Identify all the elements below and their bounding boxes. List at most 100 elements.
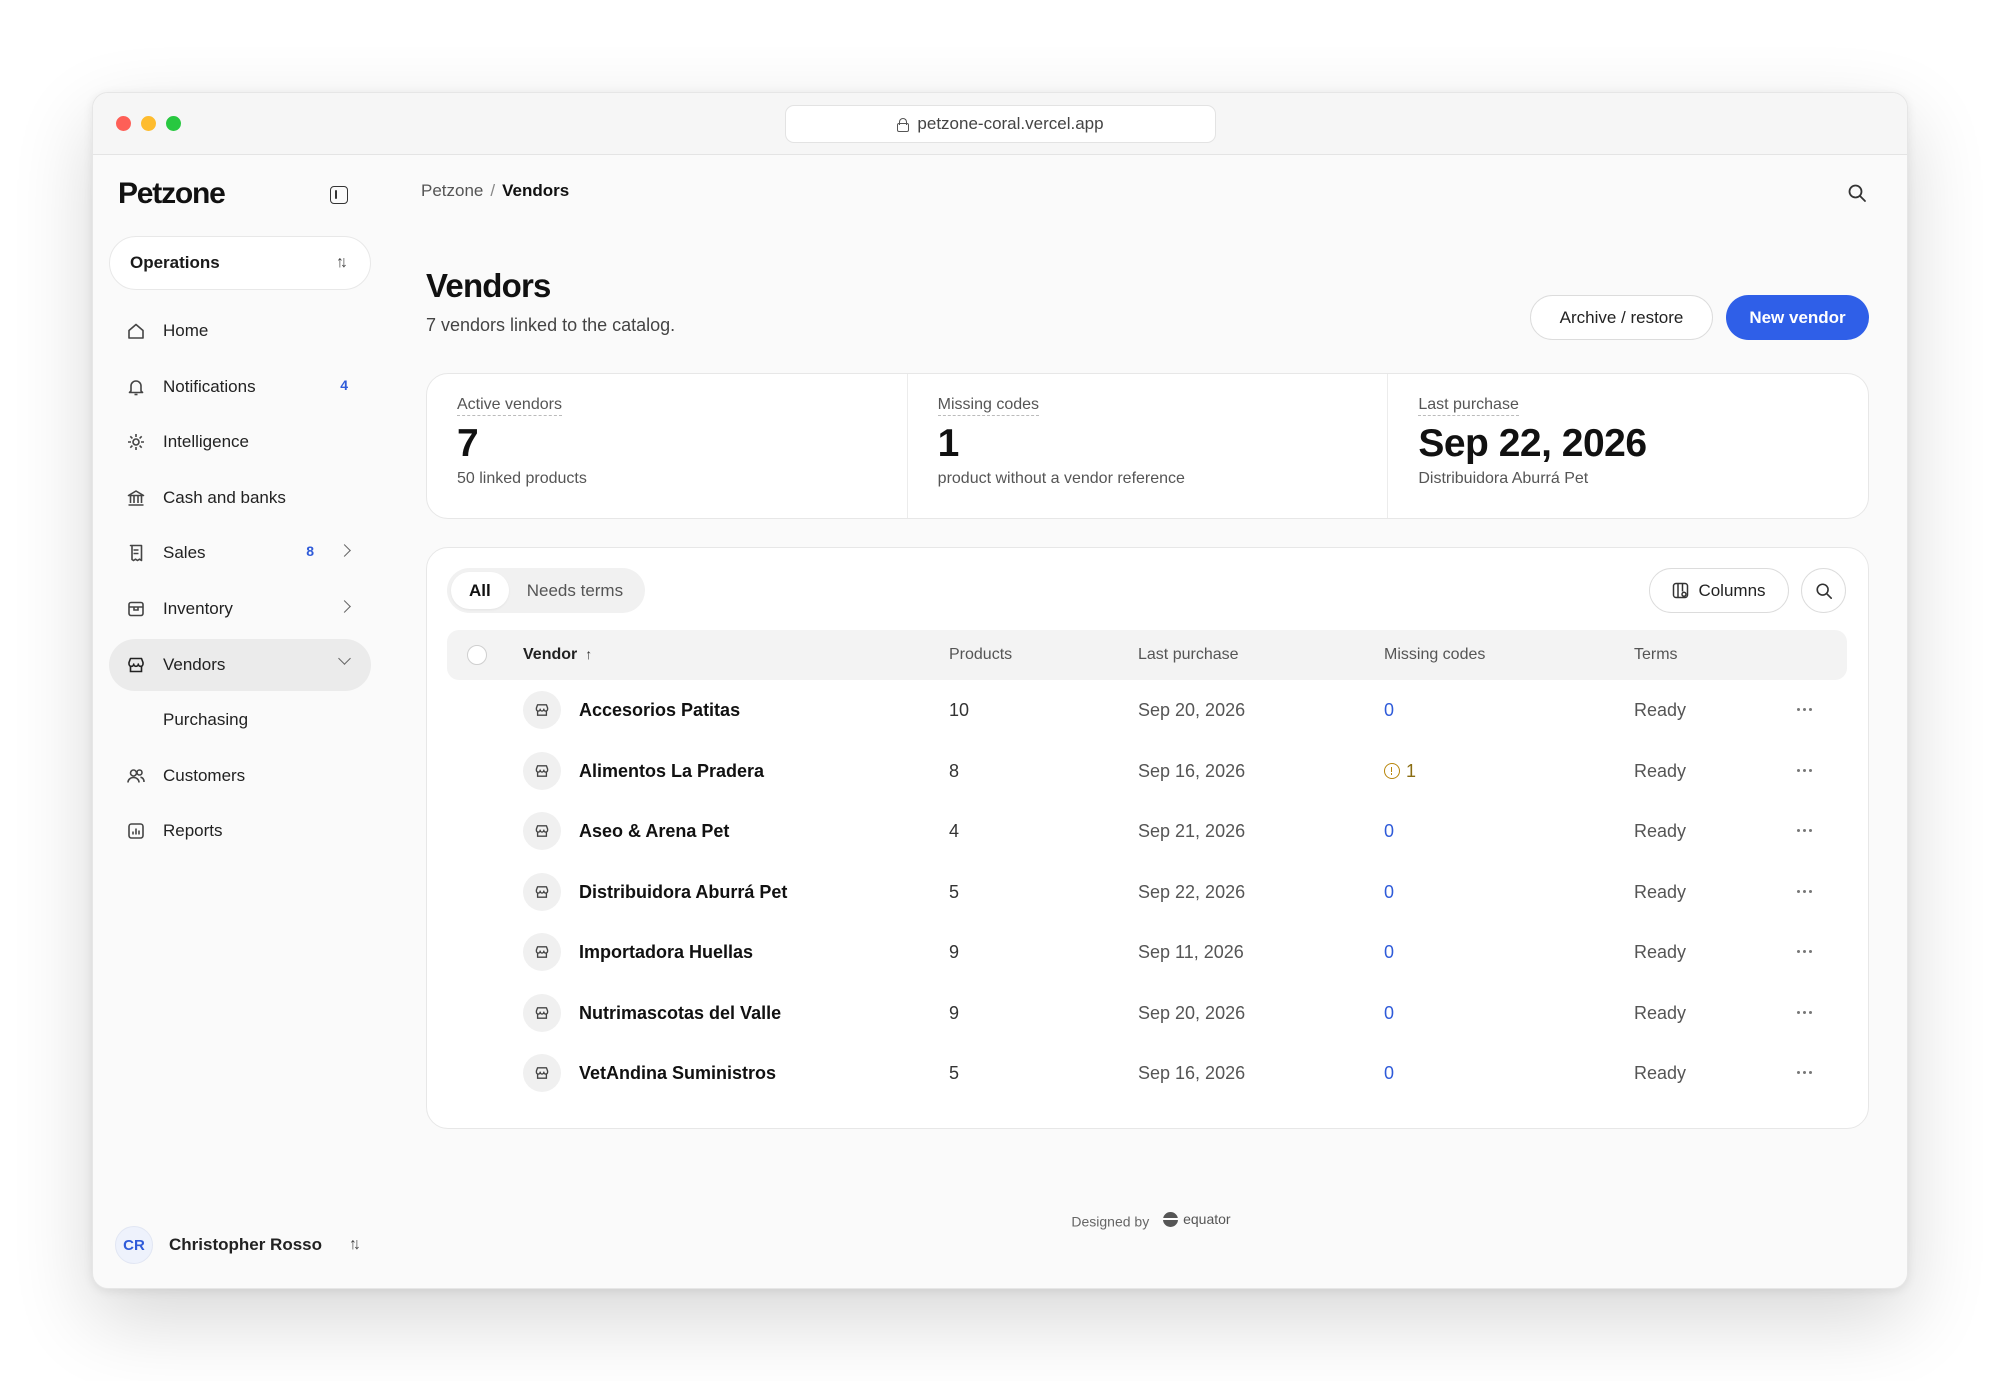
chevron-right-icon[interactable] [338, 600, 351, 613]
missing-codes-count[interactable]: 0 [1384, 700, 1394, 721]
browser-titlebar: petzone-coral.vercel.app [93, 93, 1907, 155]
products-count: 5 [949, 1063, 960, 1083]
store-icon [523, 872, 561, 911]
sidebar-item-label: Notifications [163, 376, 256, 396]
store-icon [523, 993, 561, 1032]
sidebar-item-customers[interactable]: Customers [109, 750, 371, 802]
store-icon [523, 691, 561, 729]
stat-label: Last purchase [1418, 396, 1519, 416]
row-more-icon[interactable] [1797, 1071, 1812, 1074]
workspace-label: Operations [130, 253, 220, 272]
table-search-button[interactable] [1801, 568, 1846, 613]
vendor-name[interactable]: Accesorios Patitas [579, 700, 740, 721]
sidebar-item-sales[interactable]: Sales 8 [109, 527, 371, 579]
row-more-icon[interactable] [1797, 950, 1812, 953]
table-row[interactable]: Distribuidora Aburrá Pet 5 Sep 22, 2026 0 Re… [447, 862, 1847, 923]
archive-restore-button[interactable]: Archive / restore [1530, 295, 1713, 340]
stat-last-purchase: Last purchase Sep 22, 2026 Distribuidora… [1388, 374, 1868, 518]
gear-icon [128, 434, 144, 451]
new-vendor-button[interactable]: New vendor [1726, 295, 1869, 340]
products-count: 9 [949, 942, 960, 962]
footer-text: Designed by [1071, 1213, 1150, 1230]
table-row[interactable]: Nutrimascotas del Valle 9 Sep 20, 2026 0 Rea… [447, 983, 1847, 1044]
vendor-name[interactable]: VetAndina Suministros [579, 1063, 776, 1084]
sidebar-toggle-icon[interactable] [330, 186, 348, 204]
minimize-window-button[interactable] [141, 116, 156, 131]
stat-note: Distribuidora Aburrá Pet [1418, 470, 1589, 487]
missing-codes-count[interactable]: 0 [1384, 1063, 1394, 1084]
row-more-icon[interactable] [1797, 889, 1812, 893]
column-header-last-purchase[interactable]: Last purchase [1138, 646, 1239, 664]
table-row[interactable]: Accesorios Patitas 10 Sep 20, 2026 0 Ready [447, 680, 1847, 741]
terms-status: Ready [1634, 760, 1687, 781]
footer-brand-name: equator [1183, 1211, 1231, 1227]
missing-codes-count: 1 [1384, 761, 1416, 782]
terms-status: Ready [1634, 881, 1687, 902]
column-header-products[interactable]: Products [949, 646, 1012, 664]
stats-summary: Active vendors 7 50 linked products Miss… [426, 373, 1869, 519]
address-bar[interactable]: petzone-coral.vercel.app [785, 105, 1216, 143]
tab-all[interactable]: All [451, 572, 509, 609]
table-row[interactable]: Importadora Huellas 9 Sep 11, 2026 0 Ready [447, 922, 1847, 983]
user-name: Christopher Rosso [169, 1235, 323, 1254]
vendor-name[interactable]: Distribuidora Aburrá Pet [579, 882, 787, 903]
vendor-name[interactable]: Alimentos La Pradera [579, 761, 764, 782]
home-icon [128, 323, 144, 339]
column-header-terms[interactable]: Terms [1634, 646, 1678, 664]
missing-codes-count[interactable]: 0 [1384, 821, 1394, 842]
sidebar-item-cash-and-banks[interactable]: Cash and banks [109, 472, 371, 524]
missing-codes-count[interactable]: 0 [1384, 1003, 1394, 1024]
terms-status: Ready [1634, 1063, 1687, 1083]
terms-status: Ready [1634, 821, 1687, 841]
terms-status: Ready [1634, 1002, 1687, 1023]
sidebar-item-inventory[interactable]: Inventory [109, 583, 371, 635]
user-menu[interactable]: CR Christopher Rosso ↑↓ [115, 1223, 365, 1267]
stat-value: 1 [937, 422, 960, 465]
products-count: 10 [949, 700, 970, 720]
sidebar-item-vendors[interactable]: Vendors [109, 638, 371, 691]
row-more-icon[interactable] [1797, 1010, 1812, 1014]
search-icon[interactable] [1847, 183, 1867, 203]
table-row[interactable]: Alimentos La Pradera 8 Sep 16, 2026 1 Ready [447, 741, 1847, 802]
products-count: 8 [949, 760, 960, 781]
select-all-checkbox[interactable] [467, 645, 487, 665]
table-body: Accesorios Patitas 10 Sep 20, 2026 0 Ready Al… [447, 680, 1847, 1104]
table-row[interactable]: Aseo & Arena Pet 4 Sep 21, 2026 0 Ready [447, 801, 1847, 862]
lock-icon [897, 118, 910, 132]
last-purchase-date: Sep 22, 2026 [1138, 881, 1246, 902]
sidebar-item-label: Home [163, 321, 209, 340]
row-more-icon[interactable] [1797, 829, 1812, 832]
breadcrumb-root[interactable]: Petzone [421, 181, 483, 200]
products-count: 9 [949, 1002, 960, 1023]
sidebar-item-intelligence[interactable]: Intelligence [109, 416, 371, 468]
vendor-name[interactable]: Aseo & Arena Pet [579, 821, 729, 842]
table-row[interactable]: VetAndina Suministros 5 Sep 16, 2026 0 Ready [447, 1043, 1847, 1104]
bell-icon [128, 379, 144, 395]
column-header-vendor[interactable]: Vendor ↑ [523, 646, 592, 664]
vendor-name[interactable]: Nutrimascotas del Valle [579, 1003, 781, 1024]
tab-needs-terms[interactable]: Needs terms [509, 572, 641, 609]
sidebar-item-purchasing[interactable]: Purchasing [109, 694, 371, 746]
row-more-icon[interactable] [1797, 768, 1812, 772]
missing-codes-count[interactable]: 0 [1384, 882, 1394, 903]
close-window-button[interactable] [116, 116, 131, 131]
footer-brand[interactable]: equator [1163, 1211, 1231, 1227]
search-icon [1815, 582, 1832, 599]
terms-status: Ready [1634, 700, 1687, 720]
chevron-right-icon[interactable] [338, 544, 351, 558]
app-logo[interactable]: Petzone [118, 177, 226, 211]
column-header-missing-codes[interactable]: Missing codes [1384, 646, 1485, 664]
row-more-icon[interactable] [1797, 708, 1812, 711]
sidebar-item-reports[interactable]: Reports [109, 805, 371, 857]
sidebar-item-home[interactable]: Home [109, 305, 371, 357]
switch-arrows-icon: ↑↓ [349, 1236, 361, 1253]
maximize-window-button[interactable] [166, 116, 181, 131]
columns-button[interactable]: Columns [1649, 568, 1789, 613]
sort-ascending-icon: ↑ [585, 646, 593, 662]
warning-icon [1384, 763, 1400, 779]
vendor-name[interactable]: Importadora Huellas [579, 942, 753, 963]
chevron-down-icon[interactable] [338, 651, 351, 665]
missing-codes-count[interactable]: 0 [1384, 942, 1394, 963]
workspace-switcher[interactable]: Operations ↑↓ [109, 236, 371, 290]
sidebar-item-notifications[interactable]: Notifications 4 [109, 361, 371, 413]
